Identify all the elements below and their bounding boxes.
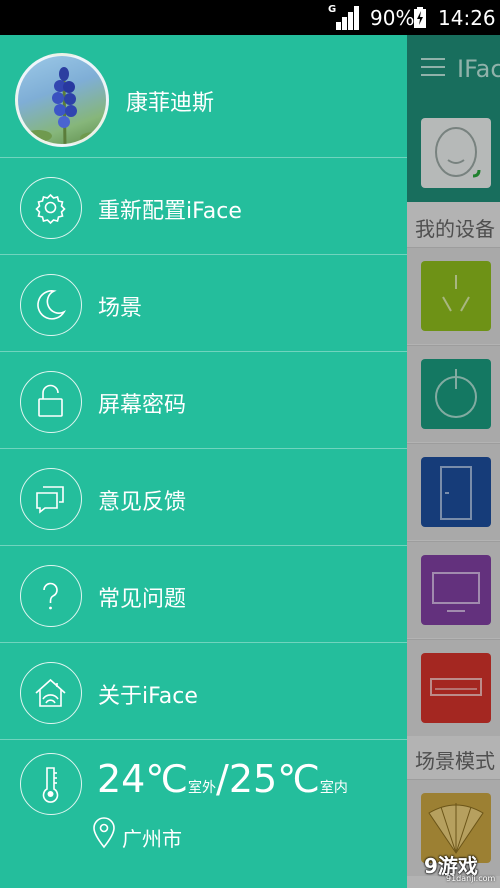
menu-item-label: 重新配置iFace: [98, 199, 242, 224]
home-icon: [20, 662, 82, 724]
menu-item-label: 意见反馈: [98, 490, 187, 515]
battery-percent: 90%: [370, 6, 415, 30]
gear-icon: [20, 177, 82, 239]
city-name: 广州市: [122, 827, 182, 851]
menu-item-label: 场景: [98, 296, 143, 321]
outdoor-label: 室外: [188, 780, 217, 796]
thermometer-icon: [20, 753, 82, 815]
indoor-temperature: 25℃: [228, 757, 320, 801]
chat-icon: [20, 468, 82, 530]
question-icon: [20, 565, 82, 627]
user-name: 康菲迪斯: [126, 91, 215, 116]
lock-icon: [20, 371, 82, 433]
user-profile[interactable]: 康菲迪斯: [0, 35, 407, 158]
menu-item-label: 常见问题: [98, 587, 187, 612]
menu-item-label: 关于iFace: [98, 684, 198, 709]
avatar[interactable]: [15, 53, 109, 147]
menu-item-scene[interactable]: 场景: [0, 255, 407, 352]
signal-icon: [336, 6, 359, 30]
drawer-scrim[interactable]: [407, 35, 500, 888]
site-watermark: 9游戏 91danji.com: [420, 850, 498, 886]
location-pin-icon: [93, 817, 115, 849]
menu-item-screen-password[interactable]: 屏幕密码: [0, 352, 407, 449]
indoor-label: 室内: [319, 780, 348, 796]
clock: 14:26: [438, 6, 496, 30]
menu-item-reconfigure[interactable]: 重新配置iFace: [0, 158, 407, 255]
navigation-drawer: 康菲迪斯 重新配置iFace 场景 屏幕密码 意见反馈 常见问题 关于iFace…: [0, 35, 407, 888]
menu-item-feedback[interactable]: 意见反馈: [0, 449, 407, 546]
status-bar: G 90% 14:26: [0, 0, 500, 35]
battery-icon: [414, 7, 426, 28]
outdoor-temperature: 24℃: [97, 757, 189, 801]
temperature-readout: 24℃室外/25℃室内: [97, 757, 348, 801]
menu-item-about[interactable]: 关于iFace: [0, 643, 407, 740]
moon-icon: [20, 274, 82, 336]
temperature-separator: /: [216, 757, 229, 801]
background-app: IFac 我的设备 场景模式: [407, 35, 500, 888]
watermark-domain: 91danji.com: [446, 874, 496, 883]
weather-panel: 24℃室外/25℃室内 广州市: [0, 739, 407, 888]
menu-item-faq[interactable]: 常见问题: [0, 546, 407, 643]
hyacinth-photo: [24, 67, 106, 144]
menu-item-label: 屏幕密码: [98, 393, 187, 418]
